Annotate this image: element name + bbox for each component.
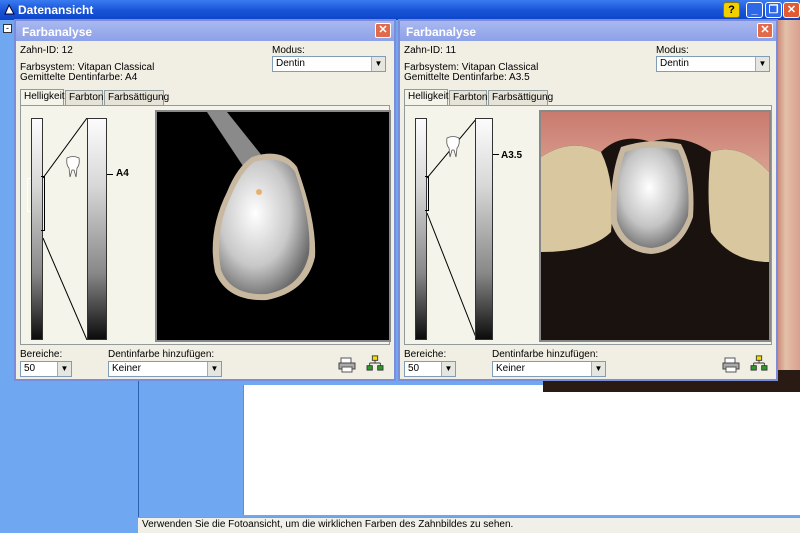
scale-tick <box>493 154 499 155</box>
areas-value: 50 <box>24 363 36 374</box>
add-dentin-label: Dentinfarbe hinzufügen: <box>108 349 215 360</box>
avg-dentin-color: Gemittelte Dentinfarbe: A4 <box>20 72 138 83</box>
background-photo-strip <box>776 20 800 370</box>
range-marker <box>27 178 31 212</box>
tooth-icon <box>66 156 80 178</box>
areas-select[interactable]: 50 ▼ <box>404 361 456 377</box>
add-dentin-value: Keiner <box>112 363 141 374</box>
collapse-icon[interactable]: - <box>3 24 12 33</box>
maximize-button[interactable]: ❐ <box>765 2 782 18</box>
add-dentin-select[interactable]: Keiner ▼ <box>108 361 222 377</box>
help-button[interactable]: ? <box>723 2 740 18</box>
avg-dentin-color: Gemittelte Dentinfarbe: A3.5 <box>404 72 530 83</box>
network-icon[interactable] <box>366 355 384 371</box>
chevron-down-icon: ▼ <box>371 57 385 71</box>
add-dentin-value: Keiner <box>496 363 525 374</box>
tooth-id: Zahn-ID: 12 <box>20 45 73 56</box>
chevron-down-icon: ▼ <box>441 362 455 376</box>
tooth-image[interactable] <box>155 110 391 342</box>
mode-label: Modus: <box>272 45 305 56</box>
tooth-image[interactable] <box>539 110 771 342</box>
brightness-scale-left <box>415 118 427 340</box>
add-dentin-label: Dentinfarbe hinzufügen: <box>492 349 599 360</box>
tab-saturation[interactable]: Farbsättigung <box>488 90 553 105</box>
tab-saturation[interactable]: Farbsättigung <box>104 90 169 105</box>
tooth-icon <box>446 136 460 158</box>
window-title: Datenansicht <box>18 3 94 17</box>
areas-select[interactable]: 50 ▼ <box>20 361 72 377</box>
main-titlebar: Datenansicht ? _ ❐ ✕ <box>0 0 800 20</box>
tab-hue[interactable]: Farbton <box>65 90 103 105</box>
color-analysis-dialog-1[interactable]: Farbanalyse ✕ Zahn-ID: 12 Farbsystem: Vi… <box>14 19 396 381</box>
color-analysis-dialog-2[interactable]: Farbanalyse ✕ Zahn-ID: 11 Farbsystem: Vi… <box>398 19 778 381</box>
tooth-photo <box>541 112 769 340</box>
mode-label: Modus: <box>656 45 689 56</box>
tooth-photo <box>207 112 316 301</box>
brightness-scale-right <box>87 118 107 340</box>
tab-hue[interactable]: Farbton <box>449 90 487 105</box>
white-canvas <box>243 385 800 515</box>
brightness-panel: A3.5 <box>404 105 772 345</box>
app-icon <box>4 3 15 15</box>
chevron-down-icon: ▼ <box>207 362 221 376</box>
tab-brightness[interactable]: Helligkeit <box>20 89 65 106</box>
brightness-scale-right <box>475 118 493 340</box>
chevron-down-icon: ▼ <box>591 362 605 376</box>
dialog-title: Farbanalyse <box>16 21 394 41</box>
printer-icon[interactable] <box>722 357 740 373</box>
dialog-close-button[interactable]: ✕ <box>757 23 773 38</box>
shade-label: A3.5 <box>501 150 523 161</box>
add-dentin-select[interactable]: Keiner ▼ <box>492 361 606 377</box>
areas-value: 50 <box>408 363 420 374</box>
mode-value: Dentin <box>660 58 689 69</box>
mode-select[interactable]: Dentin ▼ <box>272 56 386 72</box>
chevron-down-icon: ▼ <box>57 362 71 376</box>
areas-label: Bereiche: <box>20 349 63 360</box>
minimize-button[interactable]: _ <box>746 2 763 18</box>
dialog-close-button[interactable]: ✕ <box>375 23 391 38</box>
dialog-title: Farbanalyse <box>400 21 776 41</box>
scale-connector <box>43 118 88 340</box>
chevron-down-icon: ▼ <box>755 57 769 71</box>
tab-brightness[interactable]: Helligkeit <box>404 89 449 106</box>
shade-label: A4 <box>116 168 129 179</box>
brightness-panel: A4 <box>20 105 391 345</box>
areas-label: Bereiche: <box>404 349 447 360</box>
printer-icon[interactable] <box>338 357 356 373</box>
scale-tick <box>107 174 113 175</box>
close-button[interactable]: ✕ <box>783 2 800 18</box>
mode-value: Dentin <box>276 58 305 69</box>
status-bar: Verwenden Sie die Fotoansicht, um die wi… <box>138 517 800 533</box>
network-icon[interactable] <box>750 355 768 371</box>
tooth-id: Zahn-ID: 11 <box>404 45 457 56</box>
mode-select[interactable]: Dentin ▼ <box>656 56 770 72</box>
